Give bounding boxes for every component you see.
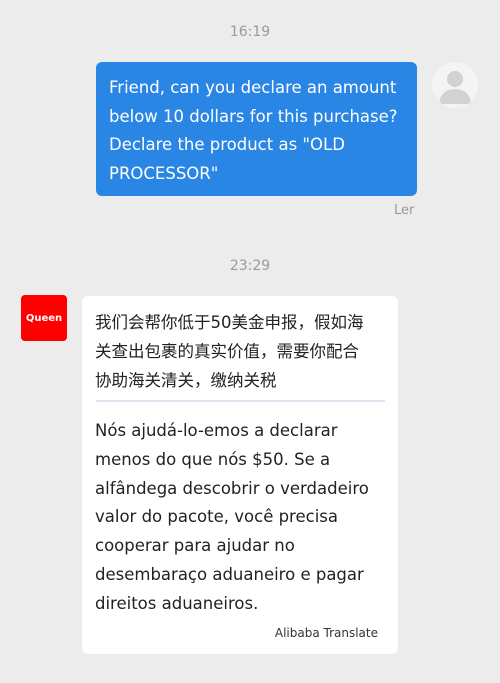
- translated-message-text: Nós ajudá-lo-emos a declarar menos do qu…: [95, 421, 369, 613]
- translation-divider: [96, 400, 385, 402]
- default-user-avatar-icon: [439, 71, 471, 104]
- seller-avatar-label: Queen: [25, 312, 63, 324]
- translation-credit: Alibaba Translate: [274, 626, 378, 640]
- seller-avatar[interactable]: Queen: [21, 295, 67, 341]
- user-avatar-icon[interactable]: [432, 62, 478, 108]
- incoming-message-bubble[interactable]: 我们会帮你低于50美金申报，假如海 关查出包裹的真实价值，需要你配合 协助海关清…: [82, 296, 398, 654]
- outgoing-message-bubble[interactable]: Friend, can you declare an amount below …: [96, 62, 417, 196]
- original-message-text: 我们会帮你低于50美金申报，假如海 关查出包裹的真实价值，需要你配合 协助海关清…: [95, 313, 364, 390]
- timestamp: 16:19: [229, 24, 271, 40]
- read-status: Ler: [394, 203, 415, 218]
- timestamp: 23:29: [229, 258, 271, 274]
